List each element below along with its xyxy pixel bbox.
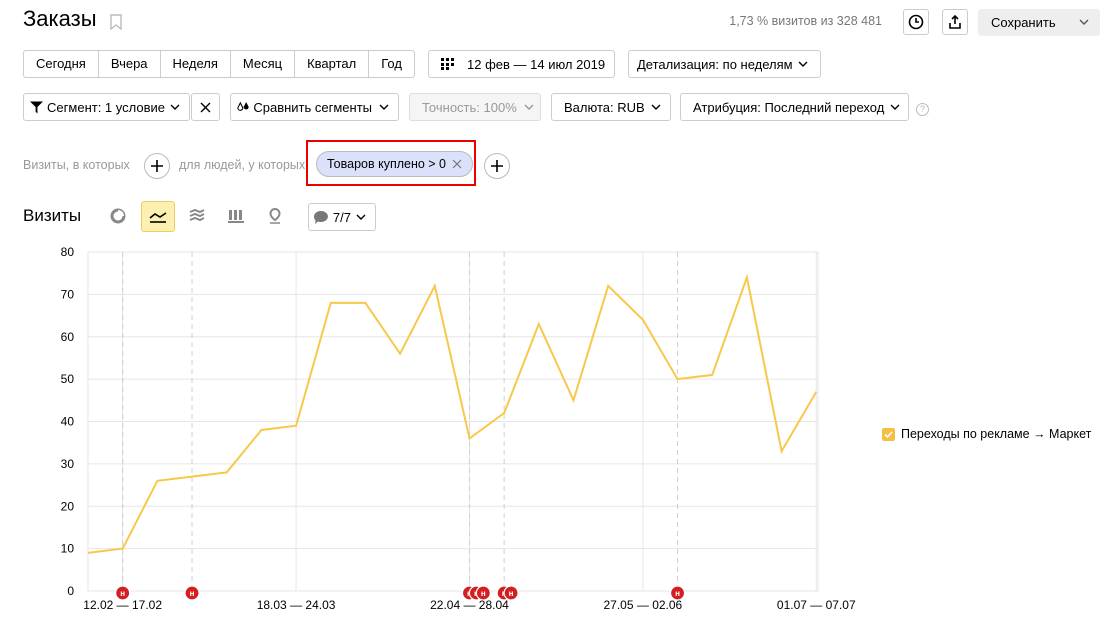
history-button[interactable] [903, 9, 929, 35]
pie-chart-button[interactable] [102, 201, 134, 231]
chevron-down-icon [797, 58, 809, 70]
filter-icon [30, 100, 44, 114]
attribution-label: Атрибуция: Последний переход [693, 99, 885, 115]
checkmark-icon [884, 430, 893, 438]
clock-icon [908, 14, 924, 30]
y-tick-label: 40 [61, 415, 75, 429]
people-condition-label: для людей, у которых [179, 158, 305, 172]
y-tick-label: 20 [61, 499, 75, 513]
chevron-down-icon [169, 101, 181, 113]
detail-dropdown[interactable]: Детализация: по неделям [628, 50, 821, 78]
legend-label: Переходы по рекламе → Маркет [901, 427, 1092, 441]
date-range-button[interactable]: 12 фев — 14 июл 2019 [428, 50, 615, 78]
map-button[interactable] [259, 201, 291, 231]
y-tick-label: 30 [61, 457, 75, 471]
legend-checkbox[interactable] [882, 427, 895, 441]
x-tick-label: 27.05 — 02.06 [604, 598, 683, 612]
save-button[interactable]: Сохранить [978, 9, 1100, 36]
annotations-dropdown[interactable]: 7/7 [308, 203, 376, 231]
y-tick-label: 10 [61, 542, 75, 556]
date-range-label: 12 фев — 14 июл 2019 [467, 56, 606, 72]
plus-icon [151, 160, 163, 172]
x-tick-label: 18.03 — 24.03 [257, 598, 336, 612]
export-button[interactable] [942, 9, 968, 35]
bar-chart-icon [228, 210, 244, 223]
accuracy-dropdown: Точность: 100% [409, 93, 541, 121]
line-chart-button[interactable] [141, 201, 175, 232]
x-tick-label: 01.07 — 07.07 [777, 598, 856, 612]
y-tick-label: 60 [61, 330, 75, 344]
segment-dropdown[interactable]: Сегмент: 1 условие [23, 93, 190, 121]
series-line [87, 273, 818, 554]
pie-chart-icon [110, 208, 126, 224]
visits-stats: 1,73 % визитов из 328 481 [729, 14, 882, 28]
detail-label: Детализация: по неделям [637, 56, 793, 72]
y-tick-label: 70 [61, 287, 75, 301]
annotations-label: 7/7 [332, 209, 351, 225]
period-year[interactable]: Год [369, 51, 414, 77]
compare-segments-dropdown[interactable]: Сравнить сегменты [230, 93, 399, 121]
compare-label: Сравнить сегменты [253, 99, 372, 115]
chevron-down-icon [650, 101, 662, 113]
y-tick-label: 80 [61, 245, 75, 259]
period-selector: Сегодня Вчера Неделя Месяц Квартал Год [23, 50, 415, 78]
chevron-down-icon [378, 101, 390, 113]
period-month[interactable]: Месяц [231, 51, 296, 77]
annotation-marker-label: н [120, 589, 125, 598]
help-icon[interactable]: ? [916, 103, 929, 116]
period-today[interactable]: Сегодня [24, 51, 99, 77]
add-people-condition-button[interactable] [484, 153, 510, 179]
annotation-marker-label: н [675, 589, 680, 598]
upload-icon [949, 14, 961, 29]
plus-icon [491, 160, 503, 172]
attribution-dropdown[interactable]: Атрибуция: Последний переход [680, 93, 909, 121]
chevron-down-icon [889, 101, 901, 113]
chevron-down-icon [1078, 16, 1090, 28]
chevron-down-icon [523, 101, 535, 113]
map-pin-icon [269, 208, 281, 224]
calendar-icon [441, 58, 454, 70]
area-chart-icon [189, 209, 205, 222]
add-visit-condition-button[interactable] [144, 153, 170, 179]
line-chart: 0102030405060708012.02 — 17.02 18.03 — 24… [61, 245, 856, 612]
period-week[interactable]: Неделя [161, 51, 231, 77]
close-icon [200, 102, 211, 112]
annotation-marker-label: н [190, 589, 195, 598]
chart-title: Визиты [23, 206, 82, 225]
bar-chart-button[interactable] [220, 201, 252, 231]
currency-dropdown[interactable]: Валюта: RUB [551, 93, 671, 121]
segment-label: Сегмент: 1 условие [47, 99, 165, 115]
currency-label: Валюта: RUB [564, 99, 645, 115]
condition-chip-label: Товаров куплено > 0 [327, 157, 447, 171]
annotation-marker-label: н [481, 589, 486, 598]
line-chart-icon [149, 211, 167, 223]
chevron-down-icon [355, 211, 367, 223]
clear-segment-button[interactable] [191, 93, 220, 121]
save-label: Сохранить [991, 15, 1056, 30]
area-chart-button[interactable] [181, 201, 213, 231]
visits-condition-label: Визиты, в которых [23, 158, 130, 172]
close-icon[interactable] [452, 159, 462, 169]
condition-chip[interactable]: Товаров куплено > 0 [316, 151, 473, 177]
period-quarter[interactable]: Квартал [295, 51, 370, 77]
period-yesterday[interactable]: Вчера [99, 51, 161, 77]
page-title: Заказы [23, 6, 97, 31]
accuracy-label: Точность: 100% [422, 99, 517, 115]
bookmark-icon[interactable] [110, 14, 122, 30]
legend-item[interactable]: Переходы по рекламе → Маркет [882, 427, 1091, 441]
comment-icon [313, 210, 328, 224]
annotation-marker-label: н [509, 589, 514, 598]
drops-icon [237, 101, 249, 111]
y-tick-label: 50 [61, 372, 75, 386]
y-tick-label: 0 [67, 584, 74, 598]
